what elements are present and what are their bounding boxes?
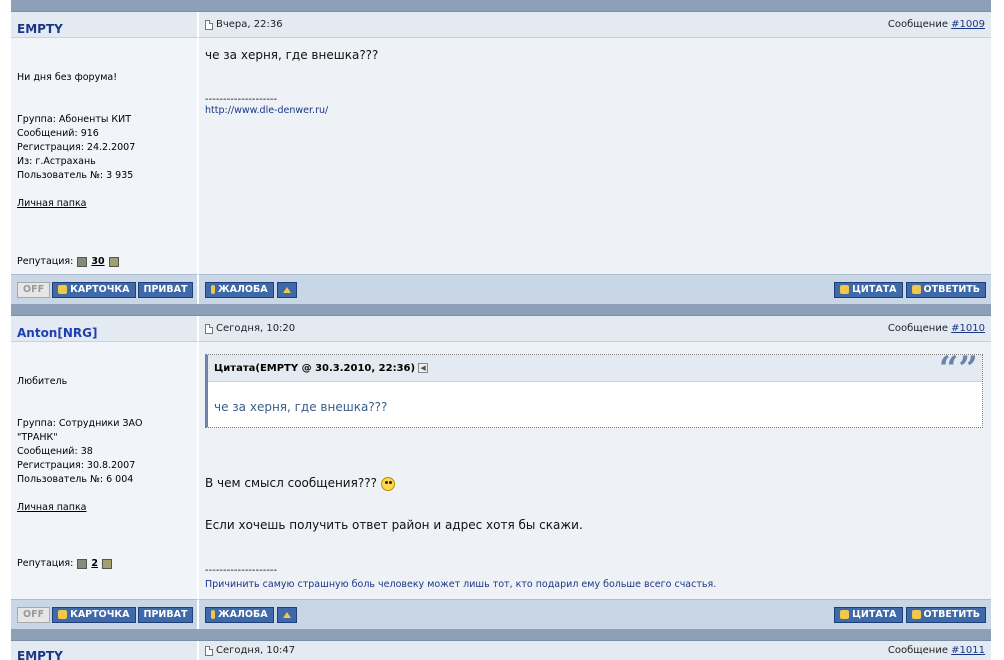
post-message: че за херня, где внешка??? xyxy=(205,48,379,62)
post-number: Сообщение #1011 xyxy=(887,645,985,656)
reputation-value[interactable]: 30 xyxy=(91,256,104,267)
document-icon xyxy=(205,19,213,30)
user-info: Ни дня без форума! Группа: Абоненты КИТ … xyxy=(11,38,199,274)
reputation-plus-icon[interactable] xyxy=(101,558,112,569)
plus-icon xyxy=(840,610,850,619)
post-date: Сегодня, 10:20 xyxy=(205,323,295,334)
private-message-button[interactable]: ПРИВАТ xyxy=(137,606,194,623)
complaint-button[interactable]: ЖАЛОБА xyxy=(205,281,274,298)
quote-block: Цитата(EMPTY @ 30.3.2010, 22:36) ◀ “” че… xyxy=(205,349,983,428)
card-button[interactable]: КАРТОЧКА xyxy=(52,281,136,298)
post-header: EMPTY Сегодня, 10:47 Сообщение #1011 xyxy=(11,641,991,660)
document-icon xyxy=(205,323,213,334)
post-footer: OFF КАРТОЧКА ПРИВАТ ЖАЛОБА ЦИТАТА ОТВЕТИ… xyxy=(11,599,991,629)
reply-button[interactable]: ОТВЕТИТЬ xyxy=(905,606,986,623)
quote-text: че за херня, где внешка??? xyxy=(214,400,388,414)
post-number: Сообщение #1009 xyxy=(887,19,985,30)
post-date: Вчера, 22:36 xyxy=(205,19,283,30)
exclamation-icon xyxy=(211,285,215,294)
signature[interactable]: http://www.dle-denwer.ru/ xyxy=(205,105,985,116)
post-separator xyxy=(11,0,991,12)
user-info: Любитель Группа: Сотрудники ЗАО "ТРАНК" … xyxy=(11,342,199,599)
reputation-plus-icon[interactable] xyxy=(108,256,119,267)
private-message-button[interactable]: ПРИВАТ xyxy=(137,281,194,298)
reputation: Репутация: 30 xyxy=(17,256,119,267)
signature-line: -------------------- xyxy=(205,94,278,105)
scroll-top-button[interactable] xyxy=(276,606,297,623)
personal-folder-link[interactable]: Личная папка xyxy=(17,502,87,513)
user-status: Ни дня без форума! xyxy=(17,72,118,83)
arrow-up-icon xyxy=(282,286,291,293)
reputation: Репутация: 2 xyxy=(17,558,112,569)
user-icon xyxy=(58,285,68,294)
post-body: Любитель Группа: Сотрудники ЗАО "ТРАНК" … xyxy=(11,342,991,599)
post-header: Anton[NRG] Сегодня, 10:20 Сообщение #101… xyxy=(11,316,991,342)
quote-button[interactable]: ЦИТАТА xyxy=(834,281,903,298)
confused-smiley-icon xyxy=(380,476,395,491)
post-author[interactable]: EMPTY xyxy=(17,649,63,660)
quote-icon xyxy=(911,610,921,619)
user-messages: Сообщений: 38 xyxy=(17,446,93,457)
post-author[interactable]: EMPTY xyxy=(17,22,63,36)
exclamation-icon xyxy=(211,610,215,619)
signature: Причинить самую страшную боль человеку м… xyxy=(205,579,717,590)
post-number-link[interactable]: #1009 xyxy=(951,19,985,30)
post-content: че за херня, где внешка??? -------------… xyxy=(199,38,991,274)
post-date: Сегодня, 10:47 xyxy=(205,641,295,656)
post-separator xyxy=(11,629,991,641)
reputation-value[interactable]: 2 xyxy=(91,558,98,569)
reputation-minus-icon[interactable] xyxy=(77,558,88,569)
post-number-link[interactable]: #1010 xyxy=(951,323,985,334)
forum-thread: EMPTY Вчера, 22:36 Сообщение #1009 Ни дн… xyxy=(11,0,991,660)
user-registered: Регистрация: 30.8.2007 xyxy=(17,460,136,471)
complaint-button[interactable]: ЖАЛОБА xyxy=(205,606,274,623)
post-content: Цитата(EMPTY @ 30.3.2010, 22:36) ◀ “” че… xyxy=(199,342,991,599)
post-body: Ни дня без форума! Группа: Абоненты КИТ … xyxy=(11,38,991,274)
online-status-button: OFF xyxy=(17,281,51,298)
user-status: Любитель xyxy=(17,376,68,387)
quote-title: Цитата(EMPTY @ 30.3.2010, 22:36) xyxy=(214,362,416,374)
quote-marks-icon: “” xyxy=(938,349,978,389)
document-icon xyxy=(205,645,213,656)
post-header: EMPTY Вчера, 22:36 Сообщение #1009 xyxy=(11,12,991,38)
reputation-minus-icon[interactable] xyxy=(77,256,88,267)
user-number: Пользователь №: 3 935 xyxy=(17,170,134,181)
post-author[interactable]: Anton[NRG] xyxy=(17,326,97,340)
quote-button[interactable]: ЦИТАТА xyxy=(834,606,903,623)
reply-button[interactable]: ОТВЕТИТЬ xyxy=(905,281,986,298)
user-from: Из: г.Астрахань xyxy=(17,156,96,167)
post-number-link[interactable]: #1011 xyxy=(951,645,985,656)
quote-header: Цитата(EMPTY @ 30.3.2010, 22:36) ◀ “” xyxy=(208,349,982,389)
post-footer: OFF КАРТОЧКА ПРИВАТ ЖАЛОБА ЦИТАТА ОТВЕТИ… xyxy=(11,274,991,304)
user-messages: Сообщений: 916 xyxy=(17,128,99,139)
scroll-top-button[interactable] xyxy=(276,281,297,298)
post-separator xyxy=(11,304,991,316)
user-group: Группа: Абоненты КИТ xyxy=(17,114,132,125)
post-number: Сообщение #1010 xyxy=(887,323,985,334)
arrow-up-icon xyxy=(282,611,291,618)
personal-folder-link[interactable]: Личная папка xyxy=(17,198,87,209)
user-registered: Регистрация: 24.2.2007 xyxy=(17,142,136,153)
quote-source-icon[interactable]: ◀ xyxy=(418,363,429,373)
post-message: Если хочешь получить ответ район и адрес… xyxy=(205,518,583,532)
online-status-button: OFF xyxy=(17,606,51,623)
post-message: В чем смысл сообщения??? xyxy=(205,476,395,491)
plus-icon xyxy=(840,285,850,294)
user-icon xyxy=(58,610,68,619)
user-number: Пользователь №: 6 004 xyxy=(17,474,134,485)
quote-icon xyxy=(911,285,921,294)
user-group: Группа: Сотрудники ЗАО "ТРАНК" xyxy=(17,418,143,443)
card-button[interactable]: КАРТОЧКА xyxy=(52,606,136,623)
signature-line: -------------------- xyxy=(205,565,278,576)
